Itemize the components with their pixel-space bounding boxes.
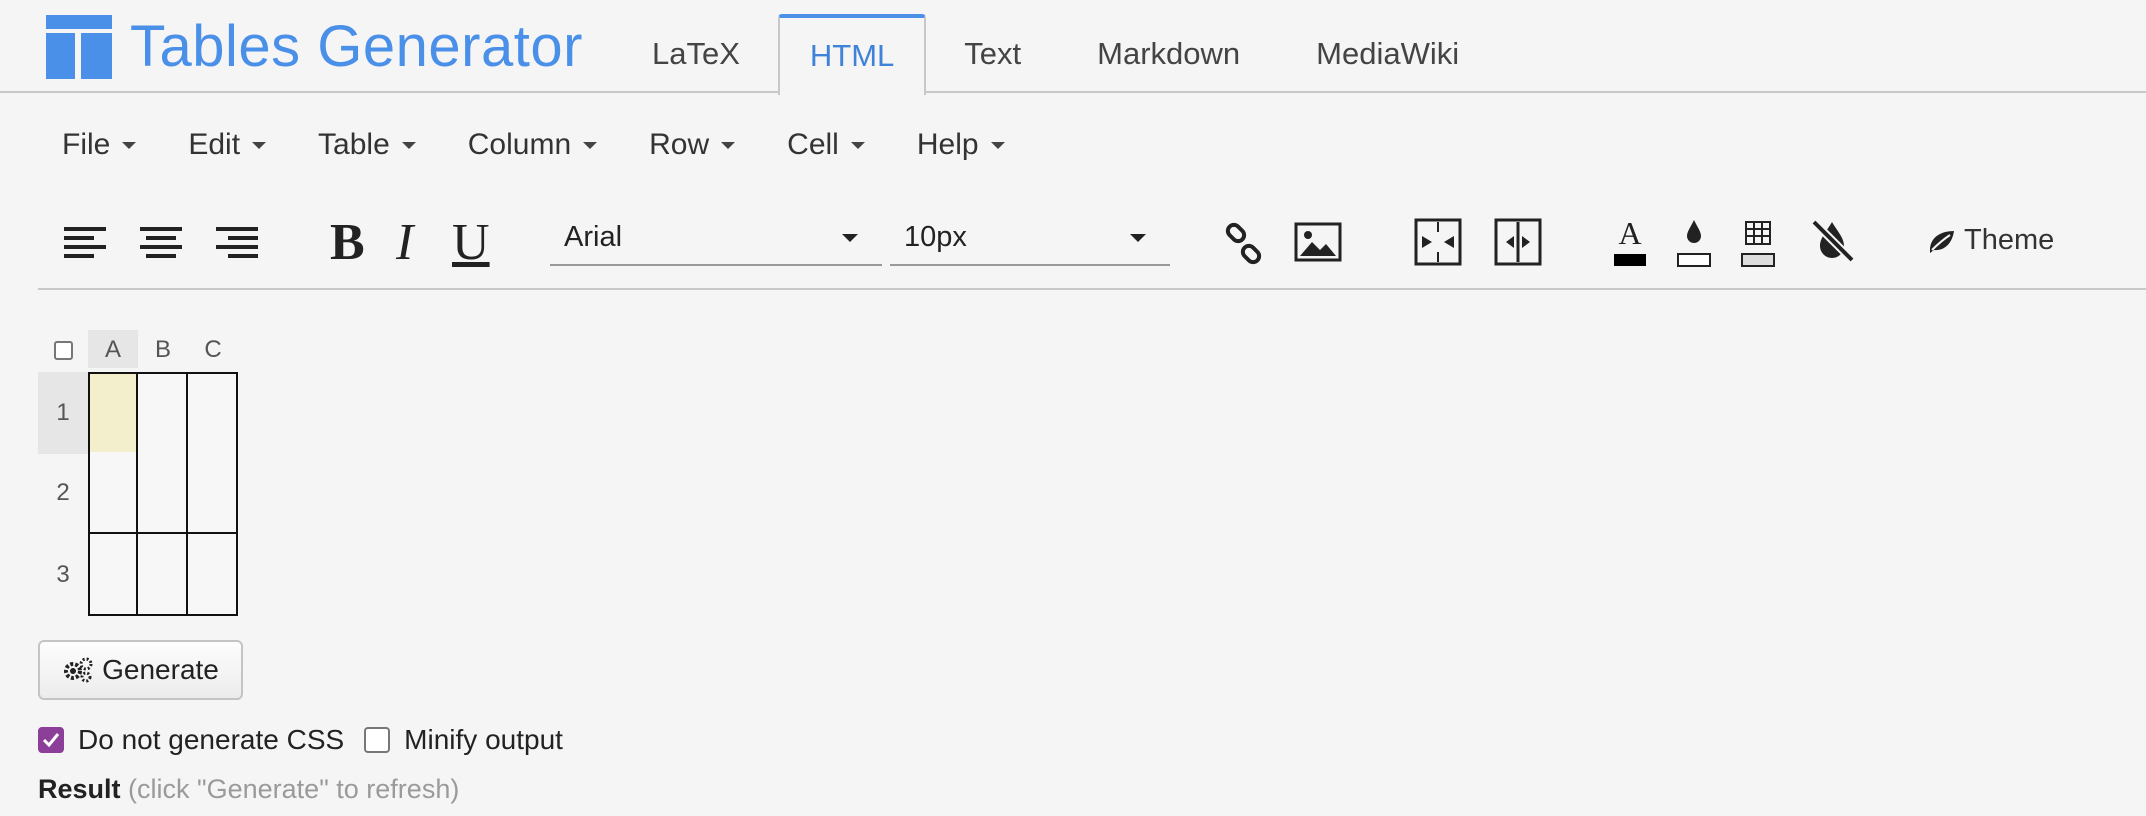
cell-a1[interactable] [88, 372, 138, 454]
split-cells-icon[interactable] [1494, 218, 1542, 271]
font-family-value: Arial [564, 221, 623, 253]
underline-button[interactable]: U [452, 217, 490, 269]
caret-down-icon [401, 141, 416, 149]
tab-html[interactable]: HTML [777, 14, 927, 95]
menu-label: Column [467, 128, 572, 161]
format-tabs: LaTeX HTML Text Markdown MediaWiki [628, 14, 1497, 95]
italic-button[interactable]: I [396, 217, 413, 269]
menu-table[interactable]: Table [318, 128, 416, 162]
cell-c3[interactable] [188, 534, 238, 616]
tab-latex[interactable]: LaTeX [628, 14, 778, 93]
menu-edit[interactable]: Edit [188, 128, 267, 162]
font-size-value: 10px [904, 221, 967, 253]
menu-label: Edit [188, 128, 241, 161]
leaf-icon [1930, 230, 1954, 253]
caret-down-icon [122, 141, 137, 149]
option-minify[interactable]: Minify output [364, 724, 563, 756]
border-color-icon[interactable] [1740, 214, 1776, 275]
output-options: Do not generate CSS Minify output [38, 724, 583, 756]
minify-label: Minify output [404, 724, 563, 755]
menu-label: Table [318, 128, 390, 161]
menu-file[interactable]: File [62, 128, 137, 162]
row-header-2[interactable]: 2 [38, 452, 88, 534]
caret-down-icon [721, 141, 736, 149]
cell-a2[interactable] [88, 452, 138, 534]
menu-help[interactable]: Help [917, 128, 1005, 162]
menu-row[interactable]: Row [649, 128, 736, 162]
image-icon[interactable] [1294, 222, 1342, 267]
bold-button[interactable]: B [330, 217, 365, 269]
menu-column[interactable]: Column [467, 128, 598, 162]
caret-down-icon [252, 141, 267, 149]
no-css-checkbox[interactable] [38, 727, 64, 753]
tab-markdown[interactable]: Markdown [1059, 14, 1278, 93]
text-color-icon[interactable]: A [1612, 214, 1648, 275]
select-all-checkbox[interactable] [54, 341, 73, 360]
cell-b2[interactable] [138, 452, 188, 534]
app-title: Tables Generator [130, 14, 583, 79]
merge-cells-icon[interactable] [1414, 218, 1462, 271]
no-css-label: Do not generate CSS [78, 724, 345, 755]
cell-c2[interactable] [188, 452, 238, 534]
caret-down-icon [1130, 234, 1146, 242]
background-color-icon[interactable] [1676, 214, 1712, 275]
cell-b3[interactable] [138, 534, 188, 616]
tab-mediawiki[interactable]: MediaWiki [1278, 14, 1497, 93]
align-right-icon[interactable] [214, 220, 260, 266]
menu-bar: File Edit Table Column Row Cell Help [62, 128, 1057, 162]
caret-down-icon [842, 234, 858, 242]
link-icon[interactable] [1222, 222, 1266, 271]
caret-down-icon [583, 141, 598, 149]
theme-button[interactable]: Theme [1926, 224, 2054, 257]
font-family-select[interactable]: Arial [550, 214, 882, 266]
table-logo-icon [46, 15, 112, 79]
tab-text[interactable]: Text [926, 14, 1059, 93]
check-icon [42, 733, 60, 748]
toolbar: B I U Arial 10px A Theme [38, 200, 2146, 290]
column-header-b[interactable]: B [138, 330, 188, 368]
column-header-a[interactable]: A [88, 330, 138, 368]
menu-label: Help [916, 128, 979, 161]
menu-cell[interactable]: Cell [787, 128, 865, 162]
generate-label: Generate [102, 654, 219, 685]
caret-down-icon [990, 141, 1005, 149]
header: Tables Generator LaTeX HTML Text Markdow… [0, 0, 2146, 95]
app-logo[interactable]: Tables Generator [46, 15, 583, 79]
generate-button[interactable]: Generate [38, 640, 243, 700]
minify-checkbox[interactable] [364, 727, 391, 753]
caret-down-icon [850, 141, 865, 149]
cell-a3[interactable] [88, 534, 138, 616]
menu-label: Row [649, 128, 710, 161]
svg-text:A: A [1618, 215, 1641, 251]
result-hint: (click "Generate" to refresh) [128, 774, 460, 804]
gears-icon [64, 657, 93, 683]
option-no-css[interactable]: Do not generate CSS [38, 724, 344, 756]
cell-c1[interactable] [188, 372, 238, 454]
theme-label: Theme [1964, 224, 2055, 256]
align-left-icon[interactable] [62, 220, 108, 266]
result-label: Result [38, 774, 121, 804]
cell-b1[interactable] [138, 372, 188, 454]
menu-label: Cell [787, 128, 839, 161]
column-header-c[interactable]: C [188, 330, 238, 368]
row-header-1[interactable]: 1 [38, 372, 88, 454]
font-size-select[interactable]: 10px [890, 214, 1170, 266]
clear-format-icon[interactable] [1808, 216, 1858, 271]
menu-label: File [62, 128, 111, 161]
align-center-icon[interactable] [138, 220, 184, 266]
result-heading: Result (click "Generate" to refresh) [38, 774, 459, 805]
row-header-3[interactable]: 3 [38, 534, 88, 616]
